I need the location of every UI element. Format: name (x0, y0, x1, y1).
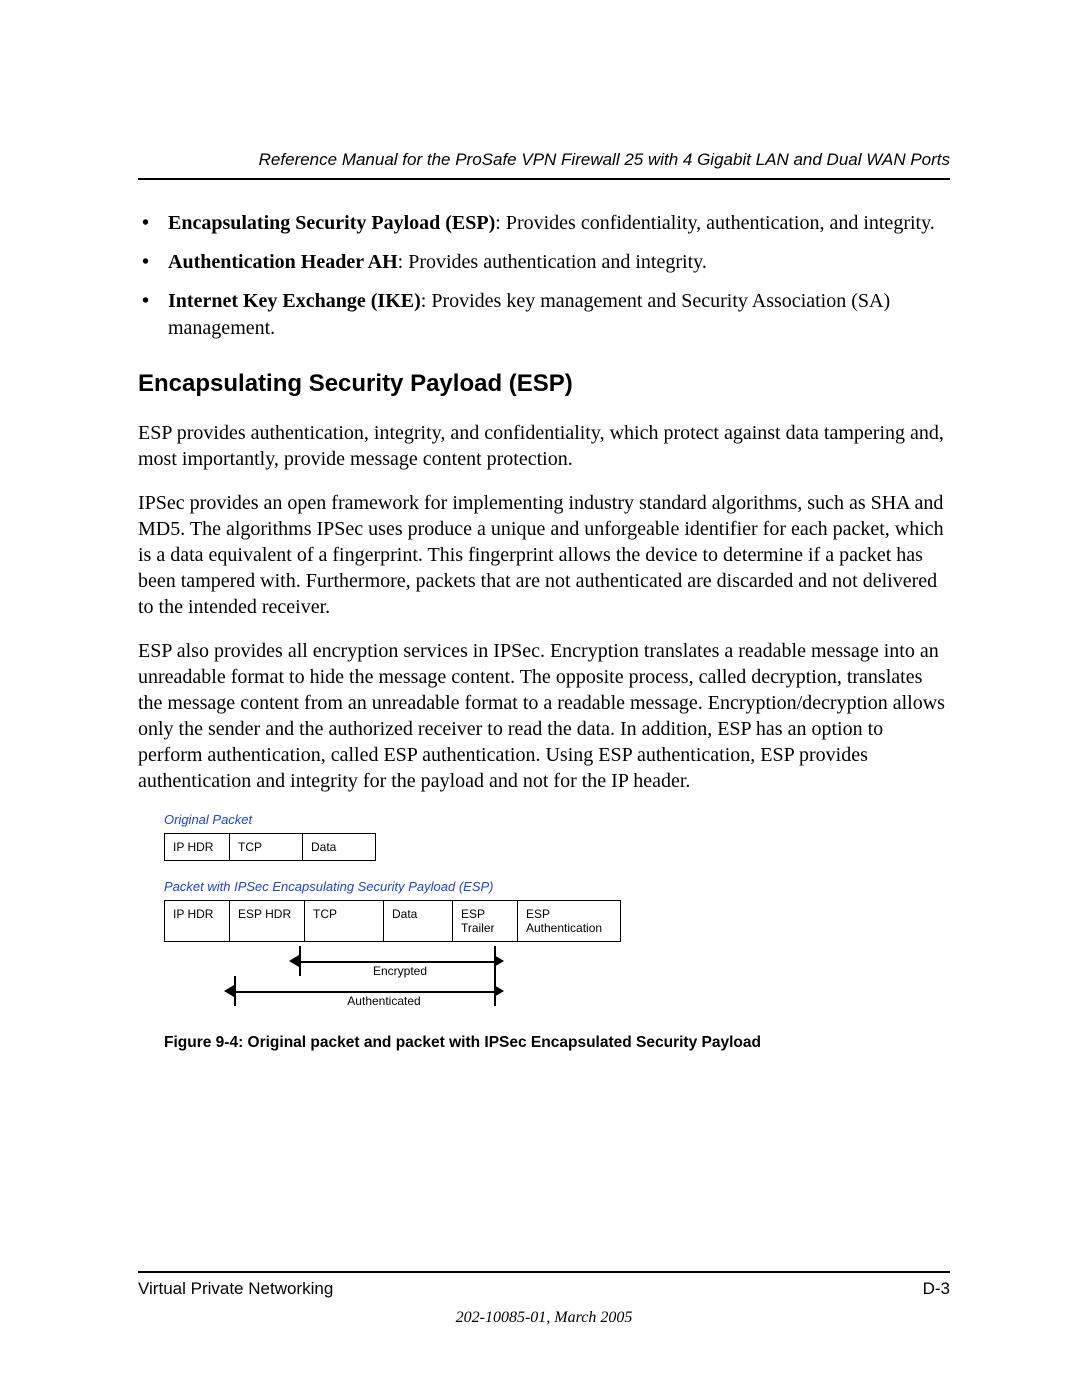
packet-field-tcp: TCP (230, 834, 303, 860)
bullet-desc: : Provides confidentiality, authenticati… (495, 212, 935, 234)
packet-field-tcp: TCP (305, 901, 384, 941)
arrow-line (234, 991, 494, 993)
page: Reference Manual for the ProSafe VPN Fir… (0, 0, 1080, 1397)
figure-label-original: Original Packet (164, 812, 950, 827)
arrow-label-encrypted: Encrypted (373, 964, 427, 978)
section-heading: Encapsulating Security Payload (ESP) (138, 370, 950, 398)
footer-rule (138, 1271, 950, 1273)
figure-label-ipsec: Packet with IPSec Encapsulating Security… (164, 879, 950, 894)
bullet-item: Authentication Header AH: Provides authe… (138, 249, 950, 276)
paragraph: ESP provides authentication, integrity, … (138, 420, 950, 472)
bullet-desc: : Provides authentication and integrity. (398, 251, 707, 273)
packet-field-espauth: ESP Authentication (518, 901, 620, 941)
bullet-term: Internet Key Exchange (IKE) (168, 290, 421, 312)
running-header: Reference Manual for the ProSafe VPN Fir… (138, 150, 950, 180)
arrow-head-left-icon (224, 985, 234, 997)
page-footer: Virtual Private Networking D-3 202-10085… (138, 1271, 950, 1327)
arrow-label-authenticated: Authenticated (347, 994, 420, 1008)
footer-page-number: D-3 (923, 1279, 950, 1299)
packet-field-iphdr: IP HDR (165, 834, 230, 860)
packet-original: IP HDR TCP Data (164, 833, 376, 861)
arrow-line (299, 961, 494, 963)
paragraph: IPSec provides an open framework for imp… (138, 490, 950, 620)
figure-caption: Figure 9-4: Original packet and packet w… (164, 1034, 950, 1052)
bullet-list: Encapsulating Security Payload (ESP): Pr… (138, 210, 950, 342)
packet-field-iphdr: IP HDR (165, 901, 230, 941)
figure-arrows: Encrypted Authenticated (164, 946, 594, 1016)
bullet-item: Encapsulating Security Payload (ESP): Pr… (138, 210, 950, 237)
packet-ipsec: IP HDR ESP HDR TCP Data ESP Trailer ESP … (164, 900, 621, 942)
figure-esp-packet: Original Packet IP HDR TCP Data Packet w… (164, 812, 950, 1052)
footer-docnum: 202-10085-01, March 2005 (138, 1309, 950, 1327)
packet-field-data: Data (384, 901, 453, 941)
bullet-item: Internet Key Exchange (IKE): Provides ke… (138, 288, 950, 342)
packet-field-esptrailer: ESP Trailer (453, 901, 518, 941)
packet-field-esphdr: ESP HDR (230, 901, 305, 941)
paragraph: ESP also provides all encryption service… (138, 638, 950, 794)
bullet-term: Authentication Header AH (168, 251, 398, 273)
arrow-head-right-icon (494, 955, 504, 967)
footer-section: Virtual Private Networking (138, 1279, 333, 1299)
arrow-head-right-icon (494, 985, 504, 997)
bullet-term: Encapsulating Security Payload (ESP) (168, 212, 495, 234)
arrow-head-left-icon (289, 955, 299, 967)
packet-field-data: Data (303, 834, 375, 860)
